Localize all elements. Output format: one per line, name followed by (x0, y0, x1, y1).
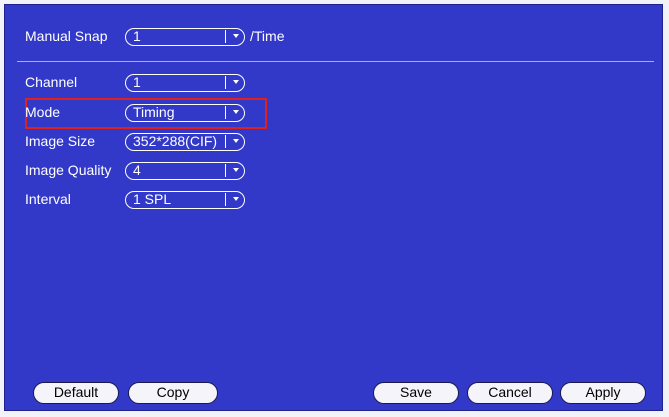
dropdown-divider (224, 135, 226, 148)
save-button[interactable]: Save (373, 382, 459, 404)
interval-dropdown[interactable]: 1 SPL (125, 191, 245, 209)
channel-value: 1 (133, 74, 141, 90)
image-size-dropdown[interactable]: 352*288(CIF) (125, 133, 245, 151)
snapshot-settings-panel: Manual Snap 1 /Time Channel 1 Mode Timin… (4, 4, 663, 411)
channel-dropdown[interactable]: 1 (125, 74, 245, 92)
dropdown-divider (224, 193, 226, 206)
copy-button[interactable]: Copy (128, 382, 218, 404)
interval-value: 1 SPL (133, 191, 172, 207)
interval-label: Interval (25, 191, 71, 207)
dropdown-divider (224, 164, 226, 177)
manual-snap-label: Manual Snap (25, 28, 108, 44)
dropdown-divider (224, 76, 226, 89)
default-button[interactable]: Default (33, 382, 119, 404)
dropdown-divider (224, 106, 226, 119)
mode-label: Mode (25, 104, 61, 120)
section-divider (17, 61, 654, 62)
chevron-down-icon (233, 80, 239, 84)
apply-button[interactable]: Apply (560, 382, 646, 404)
cancel-button[interactable]: Cancel (467, 382, 553, 404)
chevron-down-icon (233, 139, 239, 143)
manual-snap-dropdown[interactable]: 1 (125, 28, 245, 46)
manual-snap-value: 1 (133, 28, 141, 44)
mode-dropdown[interactable]: Timing (125, 104, 245, 122)
image-quality-dropdown[interactable]: 4 (125, 162, 245, 180)
dropdown-divider (224, 30, 226, 43)
chevron-down-icon (233, 34, 239, 38)
chevron-down-icon (233, 197, 239, 201)
chevron-down-icon (233, 110, 239, 114)
image-size-value: 352*288(CIF) (133, 133, 218, 149)
manual-snap-suffix: /Time (250, 28, 285, 44)
channel-label: Channel (25, 74, 78, 90)
mode-value: Timing (133, 104, 175, 120)
image-size-label: Image Size (25, 133, 96, 149)
chevron-down-icon (233, 168, 239, 172)
image-quality-label: Image Quality (25, 162, 112, 178)
image-quality-value: 4 (133, 162, 141, 178)
